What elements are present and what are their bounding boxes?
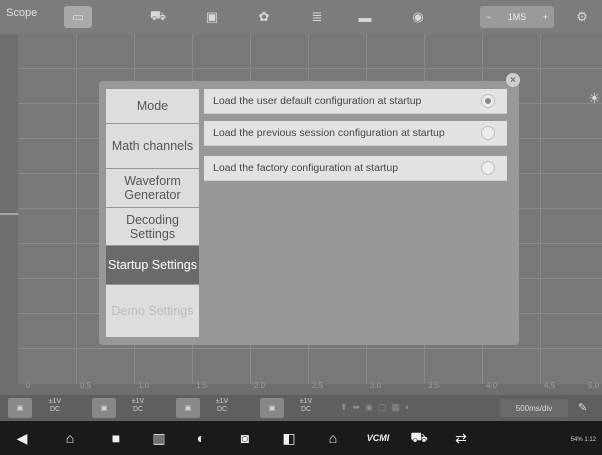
trace-tools-icons[interactable]: ⬆ ⬌ ◉ ▢ ▦ ◐ (340, 402, 410, 413)
option-label: Load the user default configuration at s… (213, 95, 422, 107)
timebase-plus-button[interactable]: + (543, 12, 548, 22)
radio-user-default[interactable] (481, 94, 495, 108)
channel-d-button[interactable]: ▣ (260, 398, 284, 418)
timebase-value: 1MS (507, 12, 527, 22)
menu-item-math-channels[interactable]: Math channels (106, 124, 199, 168)
app-title: Scope (6, 7, 38, 19)
x-tick: 4.0 (486, 381, 498, 390)
channel-c-label[interactable]: ±1V DC (212, 398, 232, 414)
split-icon[interactable]: ▥ (148, 428, 170, 448)
channel-b-label[interactable]: ±1V DC (128, 398, 148, 414)
menu-item-decoding-settings[interactable]: Decoding Settings (106, 208, 199, 245)
x-tick: 2.0 (254, 381, 266, 390)
car-icon[interactable]: ⛟ (144, 6, 172, 28)
gear-icon[interactable]: ✿ (250, 6, 278, 28)
menu-item-demo-settings[interactable]: Demo Settings (106, 285, 199, 337)
x-tick: 3.0 (370, 381, 382, 390)
option-user-default[interactable]: Load the user default configuration at s… (204, 89, 507, 114)
radio-previous-session[interactable] (481, 126, 495, 140)
android-nav-bar (0, 421, 602, 455)
network-icon[interactable]: ⇄ (450, 428, 472, 448)
channel-a-button[interactable]: ▣ (8, 398, 32, 418)
probe-icon[interactable]: ✎ (578, 401, 587, 414)
folder-icon[interactable]: ▬ (351, 6, 379, 28)
trigger-marker[interactable] (0, 213, 18, 215)
option-factory[interactable]: Load the factory configuration at startu… (204, 156, 507, 181)
x-tick: 1.5 (196, 381, 208, 390)
x-axis: 0 0.5 1.0 1.5 2.0 2.5 3.0 3.5 4.0 4.5 5.… (18, 381, 602, 395)
channel-a-label[interactable]: ±1V DC (45, 398, 65, 414)
help-icon[interactable]: ◉ (404, 6, 432, 28)
screen-record-icon[interactable]: ◧ (278, 428, 300, 448)
x-tick: 0 (26, 381, 31, 390)
house-icon[interactable]: ⌂ (322, 428, 344, 448)
home-icon[interactable]: ⌂ (59, 428, 81, 448)
option-previous-session[interactable]: Load the previous session configuration … (204, 121, 507, 146)
x-tick: 2.5 (312, 381, 324, 390)
timebase-control[interactable]: − 1MS + (480, 6, 554, 28)
settings-icon[interactable]: ⚙ (568, 6, 596, 28)
grid-line (18, 348, 602, 349)
panel-icon[interactable]: ▭ (64, 6, 92, 28)
browser-icon[interactable]: ◐ (190, 428, 212, 448)
save-icon[interactable]: ▣ (198, 6, 226, 28)
brightness-icon[interactable]: ☀ (588, 90, 601, 107)
list-icon[interactable]: ≣ (303, 6, 331, 28)
option-label: Load the previous session configuration … (213, 127, 445, 139)
status-bar-text: 54% 1:12 (570, 437, 596, 443)
grid-line (540, 34, 541, 384)
channel-c-button[interactable]: ▣ (176, 398, 200, 418)
timebase-minus-button[interactable]: − (486, 12, 491, 22)
menu-item-mode[interactable]: Mode (106, 89, 199, 123)
radio-factory[interactable] (481, 161, 495, 175)
time-per-div[interactable]: 500ms/div (500, 399, 568, 417)
car-icon[interactable]: ⛟ (408, 428, 430, 448)
recent-apps-icon[interactable]: ■ (105, 428, 127, 448)
menu-item-waveform-generator[interactable]: Waveform Generator (106, 169, 199, 207)
channel-d-label[interactable]: ±1V DC (296, 398, 316, 414)
x-tick: 3.5 (428, 381, 440, 390)
camera-icon[interactable]: ◙ (234, 428, 256, 448)
channel-b-button[interactable]: ▣ (92, 398, 116, 418)
option-label: Load the factory configuration at startu… (213, 162, 399, 174)
menu-item-startup-settings[interactable]: Startup Settings (106, 246, 199, 284)
x-tick: 1.0 (138, 381, 150, 390)
grid-line (76, 34, 77, 384)
grid-line (18, 68, 602, 69)
back-icon[interactable]: ◀ (11, 428, 33, 448)
x-tick: 5.0 (588, 381, 600, 390)
x-tick: 0.5 (80, 381, 92, 390)
close-icon[interactable]: × (506, 73, 520, 87)
x-tick: 4.5 (544, 381, 556, 390)
vcmi-icon[interactable]: VCMI (362, 428, 394, 448)
